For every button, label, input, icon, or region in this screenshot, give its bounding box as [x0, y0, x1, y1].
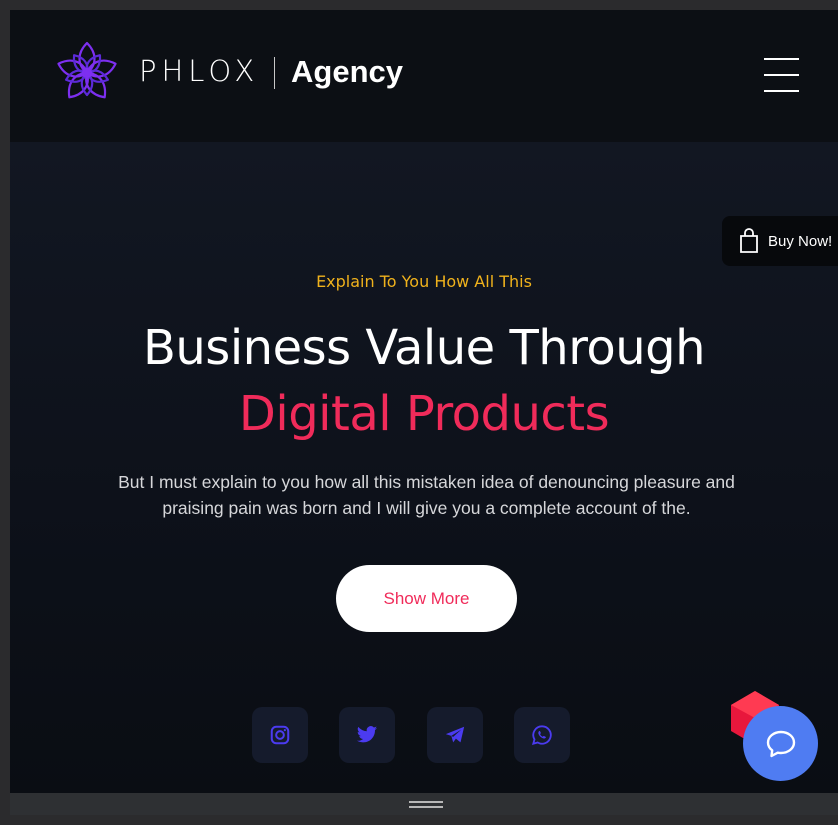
lotus-logo-icon[interactable] [54, 40, 120, 106]
brand-name[interactable]: PHLOX [139, 54, 259, 88]
hero-section [10, 142, 838, 793]
buy-now-button[interactable]: Buy Now! [722, 216, 838, 266]
twitter-icon[interactable] [339, 707, 395, 763]
hero-eyebrow: Explain To You How All This [316, 272, 532, 291]
chat-button[interactable] [743, 706, 818, 781]
site-header: PHLOX Agency [10, 10, 838, 142]
whatsapp-icon[interactable] [514, 707, 570, 763]
instagram-icon[interactable] [252, 707, 308, 763]
hero-title-line1: Business Value Through [142, 320, 706, 376]
grip-line [409, 801, 443, 803]
shopping-bag-icon [740, 228, 758, 253]
buy-now-label: Buy Now! [768, 232, 833, 250]
show-more-button[interactable]: Show More [336, 565, 517, 632]
hamburger-menu-icon[interactable] [762, 57, 800, 95]
hero-title-line2: Digital Products [238, 386, 610, 442]
hero-description: But I must explain to you how all this m… [118, 472, 735, 518]
page-frame: PHLOX Agency Buy Now! Explain To You How… [10, 10, 838, 793]
telegram-icon[interactable] [427, 707, 483, 763]
brand-divider [274, 57, 275, 89]
chat-bubble-icon [766, 730, 795, 757]
grip-line [409, 806, 443, 808]
brand-subtitle[interactable]: Agency [291, 54, 403, 90]
bottom-resize-bar[interactable] [10, 793, 838, 815]
